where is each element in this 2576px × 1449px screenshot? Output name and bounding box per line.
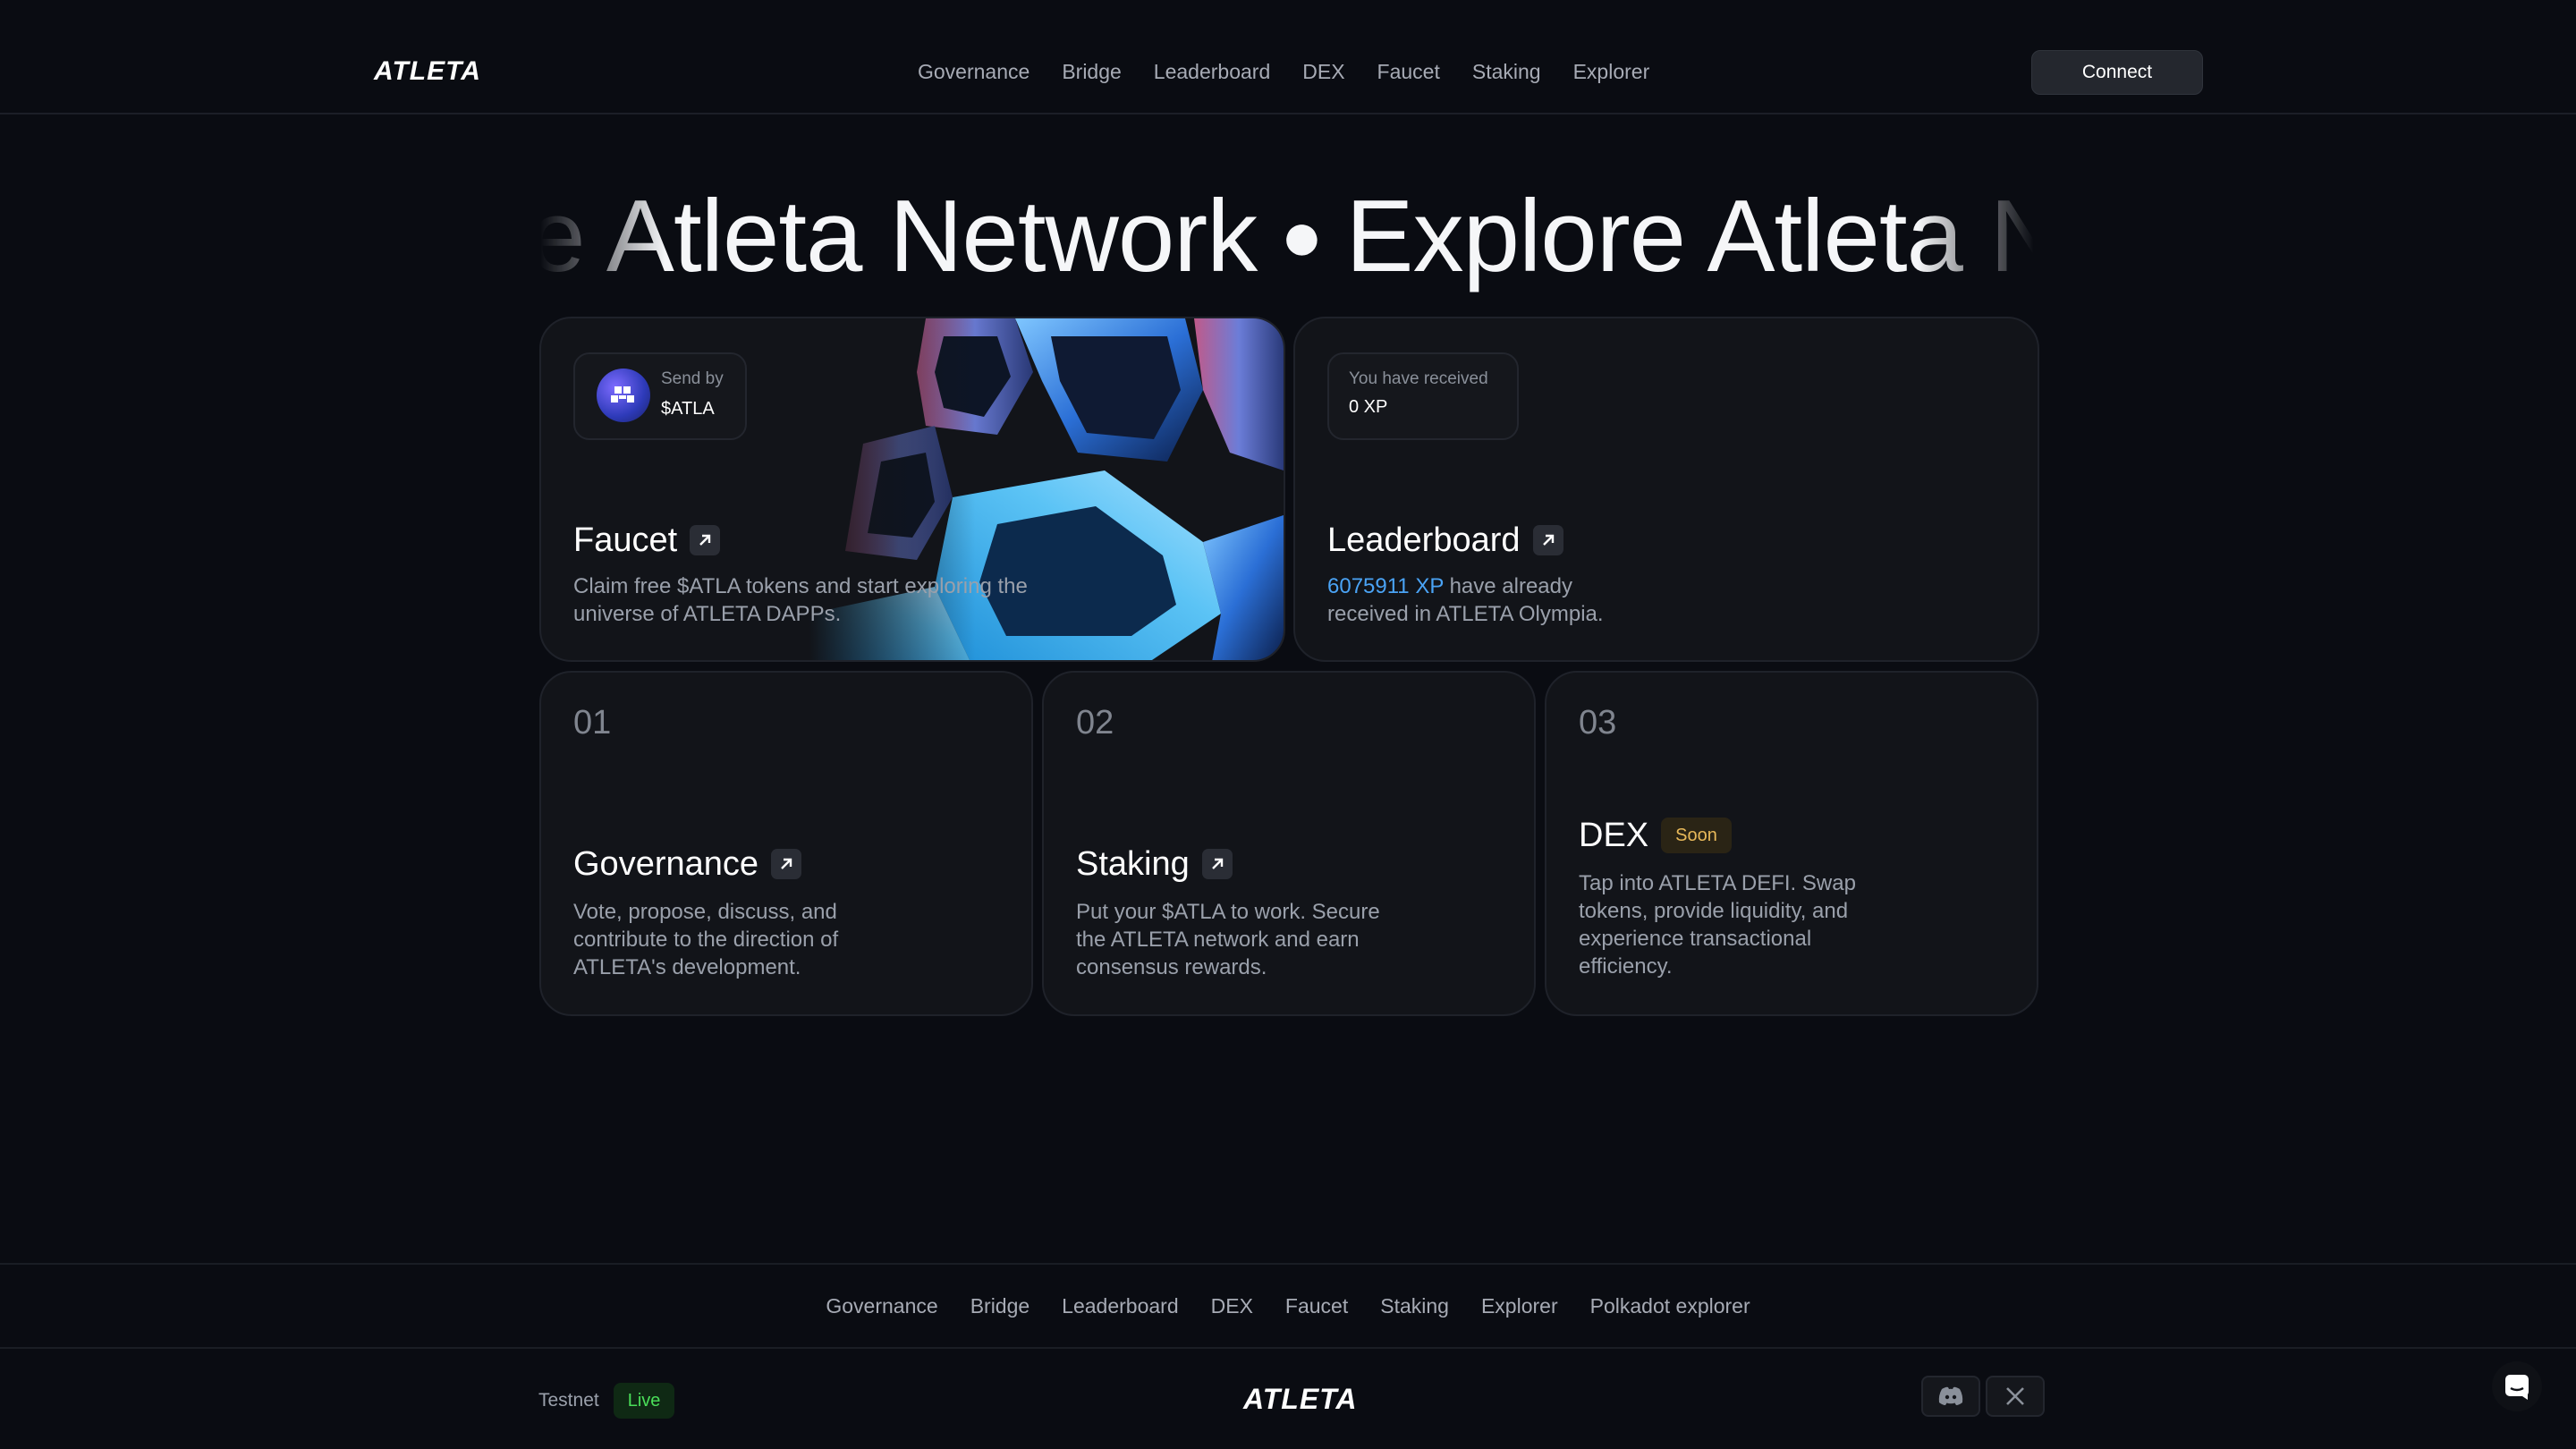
staking-title[interactable]: Staking	[1076, 844, 1233, 884]
staking-description: Put your $ATLA to work. Secure the ATLET…	[1076, 898, 1380, 981]
received-pill: You have received 0 XP	[1327, 352, 1519, 440]
nav-dex[interactable]: DEX	[1302, 55, 1344, 88]
top-navbar: ATLETA Governance Bridge Leaderboard DEX…	[0, 0, 2576, 114]
main-nav: Governance Bridge Leaderboard DEX Faucet…	[918, 55, 1649, 88]
leaderboard-desc-rest: have already	[1443, 574, 1572, 598]
faucet-desc-line: universe of ATLETA DAPPs.	[573, 602, 842, 626]
footer-bottom: Testnet Live ATLETA	[0, 1347, 2576, 1449]
discord-icon[interactable]	[1921, 1376, 1980, 1417]
desc-line: ATLETA's development.	[573, 955, 801, 979]
staking-title-text: Staking	[1076, 845, 1190, 883]
footer-link-polkadot-explorer[interactable]: Polkadot explorer	[1590, 1294, 1750, 1318]
hero-marquee: Explore Atleta Network ● Explore Atleta Ne…	[540, 175, 2034, 301]
nav-leaderboard[interactable]: Leaderboard	[1154, 55, 1270, 88]
dex-title-text: DEX	[1579, 817, 1649, 854]
footer-link-bridge[interactable]: Bridge	[970, 1294, 1030, 1318]
live-badge: Live	[613, 1383, 675, 1419]
desc-line: consensus rewards.	[1076, 955, 1267, 979]
desc-line: experience transactional	[1579, 927, 1812, 951]
soon-badge: Soon	[1661, 818, 1732, 853]
faucet-title[interactable]: Faucet	[573, 521, 721, 560]
footer-link-leaderboard[interactable]: Leaderboard	[1062, 1294, 1178, 1318]
testnet-label: Testnet	[538, 1390, 599, 1411]
marquee-text: Explore Atleta Network	[1345, 180, 2034, 293]
leaderboard-card[interactable]: You have received 0 XP Leaderboard 60759…	[1293, 317, 2039, 662]
chat-icon[interactable]	[2492, 1361, 2542, 1411]
nav-staking[interactable]: Staking	[1472, 55, 1541, 88]
card-number: 03	[1579, 704, 1617, 741]
desc-line: tokens, provide liquidity, and	[1579, 899, 1849, 923]
dex-description: Tap into ATLETA DEFI. Swap tokens, provi…	[1579, 869, 1856, 980]
dex-card[interactable]: 03 DEX Soon Tap into ATLETA DEFI. Swap t…	[1545, 671, 2038, 1016]
send-by-label: Send by	[661, 369, 724, 388]
connect-button[interactable]: Connect	[2031, 50, 2203, 95]
footer-link-dex[interactable]: DEX	[1211, 1294, 1253, 1318]
nav-governance[interactable]: Governance	[918, 55, 1030, 88]
arrow-up-right-icon	[690, 525, 721, 555]
nav-faucet[interactable]: Faucet	[1377, 55, 1440, 88]
received-value: 0 XP	[1349, 397, 1388, 417]
leaderboard-description: 6075911 XP have already received in ATLE…	[1327, 572, 1604, 628]
marquee-dot: ●	[1280, 196, 1323, 275]
nav-bridge[interactable]: Bridge	[1062, 55, 1121, 88]
send-by-pill: Send by $ATLA	[573, 352, 747, 440]
xp-total: 6075911 XP	[1327, 574, 1444, 598]
arrow-up-right-icon	[1201, 849, 1233, 879]
arrow-up-right-icon	[1532, 525, 1563, 555]
footer-link-governance[interactable]: Governance	[826, 1294, 937, 1318]
footer-logo[interactable]: ATLETA	[1243, 1381, 1357, 1417]
atleta-logo[interactable]: ATLETA	[374, 55, 481, 88]
footer-link-explorer[interactable]: Explorer	[1481, 1294, 1558, 1318]
faucet-description: Claim free $ATLA tokens and start explor…	[573, 572, 1028, 628]
governance-card[interactable]: 01 Governance Vote, propose, discuss, an…	[539, 671, 1033, 1016]
faucet-card[interactable]: Send by $ATLA Faucet Claim free $ATLA to…	[539, 317, 1285, 662]
atla-token-icon	[597, 369, 650, 422]
desc-line: Vote, propose, discuss, and	[573, 900, 837, 924]
desc-line: Put your $ATLA to work. Secure	[1076, 900, 1380, 924]
governance-title-text: Governance	[573, 845, 759, 883]
card-number: 02	[1076, 704, 1114, 741]
card-number: 01	[573, 704, 612, 741]
desc-line: the ATLETA network and earn	[1076, 928, 1360, 952]
governance-title[interactable]: Governance	[573, 844, 802, 884]
arrow-up-right-icon	[771, 849, 802, 879]
nav-explorer[interactable]: Explorer	[1573, 55, 1650, 88]
network-status: Testnet Live	[538, 1383, 675, 1419]
send-by-value: $ATLA	[661, 399, 715, 419]
governance-description: Vote, propose, discuss, and contribute t…	[573, 898, 838, 981]
x-icon[interactable]	[1986, 1376, 2045, 1417]
received-label: You have received	[1349, 369, 1488, 388]
social-links	[1921, 1376, 2045, 1417]
desc-line: efficiency.	[1579, 954, 1673, 979]
dex-title: DEX Soon	[1579, 816, 1732, 855]
faucet-title-text: Faucet	[573, 521, 678, 559]
leaderboard-title[interactable]: Leaderboard	[1327, 521, 1563, 560]
desc-line: Tap into ATLETA DEFI. Swap	[1579, 871, 1856, 895]
leaderboard-title-text: Leaderboard	[1327, 521, 1521, 559]
faucet-desc-line: Claim free $ATLA tokens and start explor…	[573, 574, 1028, 598]
marquee-text: Explore Atleta Network	[540, 180, 1258, 293]
staking-card[interactable]: 02 Staking Put your $ATLA to work. Secur…	[1042, 671, 1536, 1016]
footer-link-faucet[interactable]: Faucet	[1285, 1294, 1348, 1318]
desc-line: contribute to the direction of	[573, 928, 839, 952]
leaderboard-desc-line: received in ATLETA Olympia.	[1327, 602, 1604, 626]
footer-link-staking[interactable]: Staking	[1380, 1294, 1449, 1318]
leaderboard-desc-line: 6075911 XP have already	[1327, 572, 1604, 600]
marquee-track: Explore Atleta Network ● Explore Atleta Ne…	[540, 175, 2034, 298]
footer-nav: Governance Bridge Leaderboard DEX Faucet…	[0, 1263, 2576, 1349]
